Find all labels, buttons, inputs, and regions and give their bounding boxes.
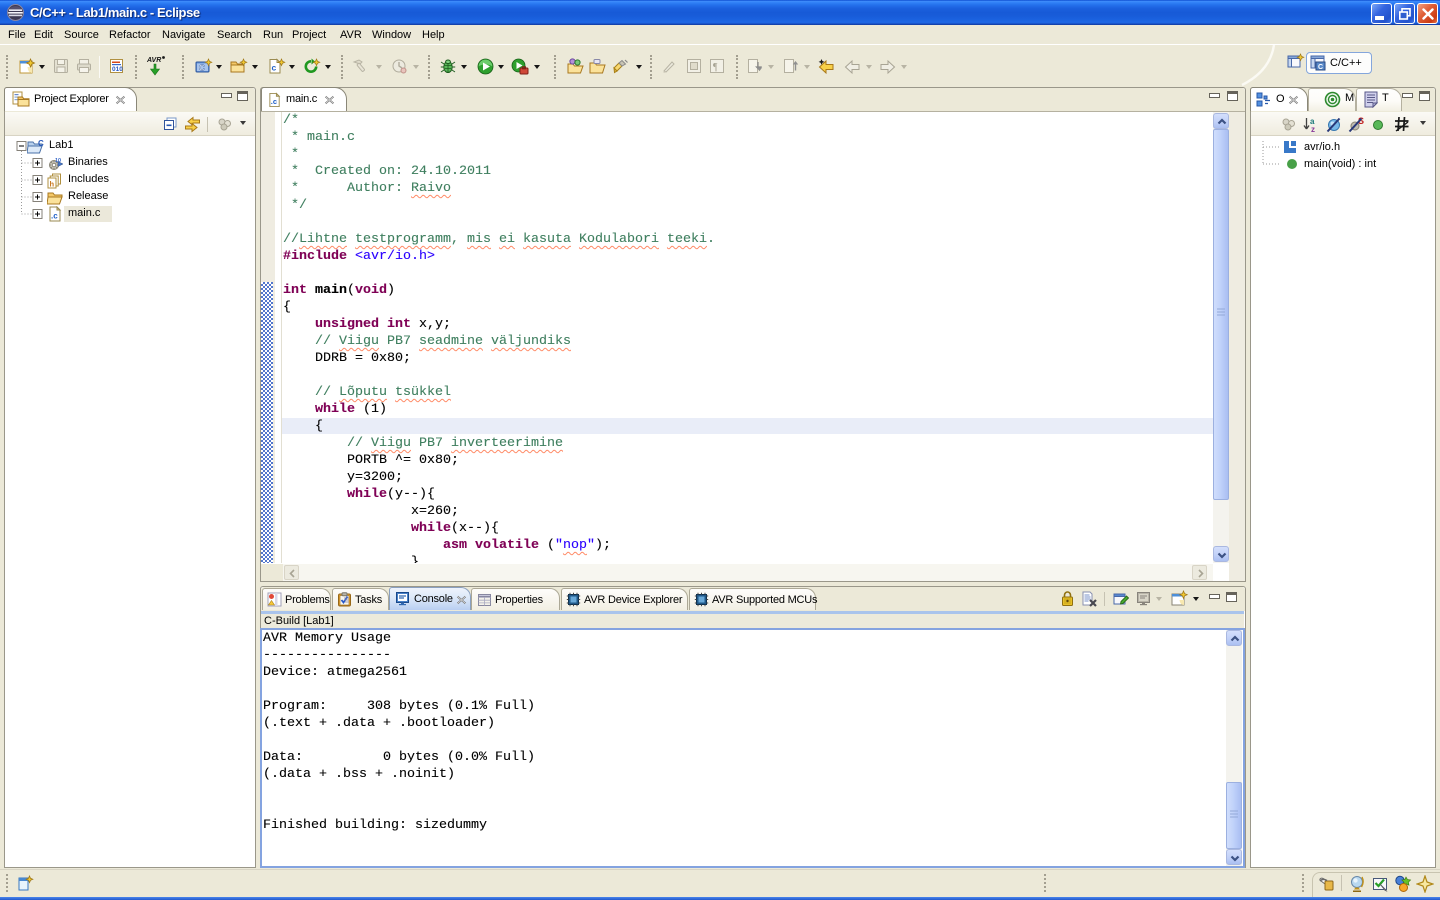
svg-text:¶: ¶ <box>713 62 718 73</box>
svg-text:C: C <box>1318 64 1323 71</box>
svg-text:C: C <box>199 64 205 73</box>
svg-text:h: h <box>50 180 55 189</box>
svg-text:C: C <box>38 139 44 148</box>
svg-text:AVR: AVR <box>146 57 161 64</box>
svg-text:010: 010 <box>112 66 123 73</box>
svg-text:z: z <box>1311 125 1315 133</box>
svg-text:c: c <box>272 63 277 73</box>
svg-text:.c: .c <box>51 212 58 221</box>
svg-text:.c: .c <box>271 97 277 106</box>
